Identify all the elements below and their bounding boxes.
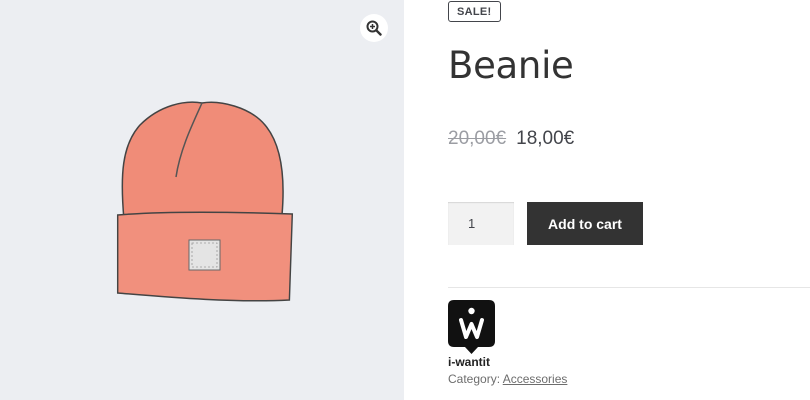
sale-price: 18,00€ [516, 128, 575, 149]
product-title: Beanie [448, 44, 574, 87]
add-to-cart-button[interactable]: Add to cart [527, 202, 643, 245]
price: 20,00€ 18,00€ [448, 128, 574, 150]
product-image-beanie[interactable] [110, 95, 295, 305]
brand-name: i-wantit [448, 355, 490, 369]
gallery-zoom-button[interactable] [360, 14, 388, 42]
quantity-input[interactable] [448, 202, 514, 245]
category-link[interactable]: Accessories [503, 372, 568, 386]
sale-badge: SALE! [448, 1, 501, 22]
product-summary: SALE! Beanie 20,00€ 18,00€ Add to cart i-… [448, 0, 810, 400]
category-label: Category: [448, 372, 501, 386]
regular-price: 20,00€ [448, 128, 507, 149]
brand-logo[interactable] [448, 300, 495, 354]
divider [448, 287, 810, 288]
zoom-icon [366, 20, 382, 36]
product-meta: Category: Accessories [448, 372, 567, 386]
product-gallery [0, 0, 404, 400]
